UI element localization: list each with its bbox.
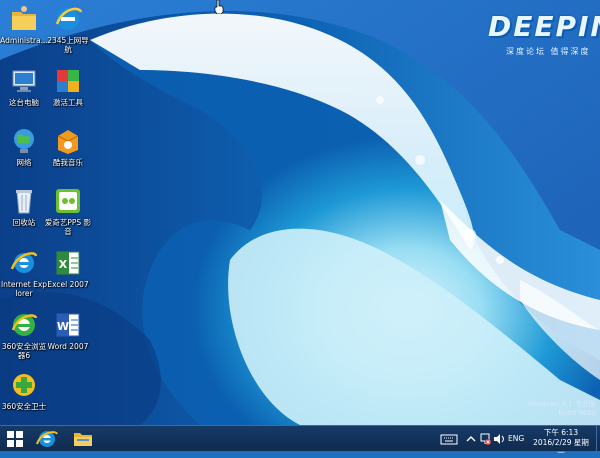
internet-explorer-icon[interactable] <box>34 428 60 450</box>
desktop-icon-label: 回收站 <box>12 218 36 227</box>
svg-text:X: X <box>59 258 68 271</box>
deepin-tagline: 深度论坛 值得深度 <box>506 47 591 56</box>
desktop-icon-iqiyi-pps[interactable]: 爱奇艺PPS 影音 <box>44 186 92 236</box>
network-icon <box>14 129 34 153</box>
taskbar-clock[interactable]: 下午 6:13 2016/2/29 星期一 <box>532 428 590 458</box>
windows-version-watermark: Windows 8.1 专业版 Build 9600 <box>520 400 596 418</box>
iqiyi-pps-icon <box>56 189 80 213</box>
desktop-icon-kuwo-music[interactable]: 酷我音乐 <box>44 126 92 167</box>
desktop-icon-label: Excel 2007 <box>47 280 89 289</box>
desktop-icon-internet-explorer[interactable]: Internet Explorer <box>0 248 48 298</box>
desktop-icon-activation-tool[interactable]: 激活工具 <box>44 66 92 107</box>
desktop-icon-label: 这台电脑 <box>9 98 39 107</box>
activation-tool-icon <box>57 70 79 92</box>
internet-explorer-icon <box>10 252 38 273</box>
desktop-icon-label: 酷我音乐 <box>53 158 83 167</box>
desktop-icon-administrator[interactable]: Administra... <box>0 4 48 45</box>
network-disconnected-icon[interactable] <box>478 432 492 446</box>
desktop-icon-label: Administra... <box>0 36 48 45</box>
recycle-bin-icon <box>16 190 32 214</box>
word-icon: W <box>56 313 80 337</box>
desktop-icon-this-pc[interactable]: 这台电脑 <box>0 66 48 107</box>
desktop-icon-network[interactable]: 网络 <box>0 126 48 167</box>
desktop-icon-label: 360安全卫士 <box>1 402 47 411</box>
show-desktop-button[interactable] <box>596 426 600 452</box>
desktop-icon-label: 360安全浏览器6 <box>1 342 47 360</box>
keyboard-icon[interactable] <box>440 432 458 446</box>
desktop-icon-label: Internet Explorer <box>0 280 48 298</box>
desktop-icon-360-browser[interactable]: 360安全浏览器6 <box>0 310 48 360</box>
svg-text:W: W <box>57 320 69 333</box>
desktop-icon-excel-2007[interactable]: X Excel 2007 <box>44 248 92 289</box>
desktop-icon-label: 2345上网导航 <box>47 36 89 54</box>
clock-time: 下午 6:13 <box>543 428 579 437</box>
desktop-icon-label: 激活工具 <box>53 98 83 107</box>
hand-cursor-icon <box>214 0 224 14</box>
desktop-icon-label: 网络 <box>16 158 32 167</box>
file-explorer-icon[interactable] <box>70 428 96 450</box>
taskbar: ENG 下午 6:13 2016/2/29 星期一 <box>0 425 600 457</box>
chevron-up-icon[interactable] <box>464 432 478 446</box>
ie-browser-icon <box>55 7 83 30</box>
clock-date: 2016/2/29 星期一 <box>533 438 589 457</box>
desktop-icon-label: Word 2007 <box>47 342 89 351</box>
kuwo-music-icon <box>57 130 79 154</box>
watermark-line-2: Build 9600 <box>558 409 596 417</box>
folder-user-icon <box>12 6 36 30</box>
deepin-logo: DEEPIN <box>488 10 600 43</box>
desktop-icon-word-2007[interactable]: W Word 2007 <box>44 310 92 351</box>
desktop-icon-recycle-bin[interactable]: 回收站 <box>0 186 48 227</box>
computer-icon <box>12 70 36 92</box>
desktop-icon-360-safeguard[interactable]: 360安全卫士 <box>0 370 48 411</box>
desktop-icon-2345-browser[interactable]: 2345上网导航 <box>44 4 92 54</box>
input-language-indicator[interactable]: ENG <box>508 434 524 443</box>
360-safeguard-icon <box>13 374 35 396</box>
windows-start-icon[interactable] <box>6 430 24 448</box>
desktop-icon-label: 爱奇艺PPS 影音 <box>44 218 92 236</box>
360-browser-icon <box>11 314 38 336</box>
excel-icon: X <box>56 251 80 275</box>
volume-icon[interactable] <box>492 432 506 446</box>
watermark-line-1: Windows 8.1 专业版 <box>528 400 596 408</box>
